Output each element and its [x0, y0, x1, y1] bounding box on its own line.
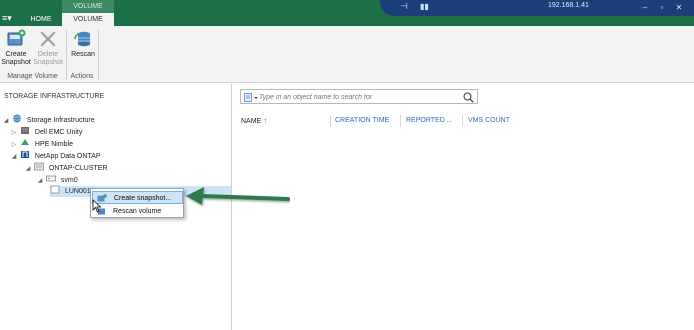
expand-toggle-icon[interactable]: ◢ — [24, 163, 32, 175]
tree-item-label: LUN001 — [64, 188, 91, 195]
close-icon[interactable]: ✕ — [672, 0, 686, 16]
tree-item-label: NetApp Data ONTAP — [34, 153, 101, 160]
tree-item-storage-infrastructure[interactable]: ◢ Storage Infrastructure — [2, 114, 95, 126]
column-header-reported[interactable]: REPORTED ... — [406, 116, 458, 126]
column-divider[interactable] — [330, 115, 331, 127]
tree-item-label: Dell EMC Unity — [34, 129, 83, 136]
menu-item-label: Create snapshot... — [114, 195, 172, 202]
tab-volume[interactable]: VOLUME — [62, 13, 114, 26]
rescan-button[interactable]: Rescan — [69, 29, 97, 71]
expand-toggle-icon[interactable]: ◢ — [10, 151, 18, 163]
tree-item-netapp-data-ontap[interactable]: ◢ NetApp Data ONTAP — [10, 150, 101, 162]
volume-icon — [50, 185, 60, 194]
tree-item-label: ONTAP-CLUSTER — [48, 165, 108, 172]
netapp-icon — [20, 151, 29, 158]
restore-icon[interactable]: ▫ — [655, 0, 669, 16]
delete-snapshot-label-1: Delete — [37, 51, 59, 58]
column-header-vms-count[interactable]: VMS COUNT — [468, 116, 518, 126]
annotation-arrow — [186, 187, 290, 205]
create-snapshot-label-2: Snapshot — [1, 59, 31, 66]
column-header-label: NAME — [241, 118, 262, 125]
tree-item-label: svm0 — [60, 177, 78, 184]
remote-session-bar: ⊣ ▮▮ 192.168.1.41 – ▫ ✕ — [380, 0, 694, 16]
menu-item-rescan-volume[interactable]: Rescan volume — [92, 205, 183, 218]
tree-item-ontap-cluster[interactable]: ◢ ONTAP-CLUSTER — [24, 162, 108, 174]
expand-toggle-icon[interactable]: ◢ — [36, 175, 44, 187]
rescan-icon — [74, 31, 90, 47]
ribbon: Create Snapshot Delete Snapshot Rescan M… — [0, 26, 694, 83]
contextual-tab-group-label: VOLUME TOOLS — [62, 0, 114, 23]
tree-item-lun001[interactable]: LUN001 — [50, 185, 91, 197]
column-header-creation-time[interactable]: CREATION TIME — [335, 116, 395, 126]
sort-ascending-icon: ↑ — [263, 116, 268, 125]
menu-item-create-snapshot[interactable]: Create snapshot... — [92, 191, 183, 204]
delete-snapshot-button[interactable]: Delete Snapshot — [33, 29, 63, 71]
expand-toggle-icon[interactable]: ◢ — [2, 115, 10, 127]
delete-snapshot-icon — [40, 31, 56, 47]
context-menu: Create snapshot... Rescan volume — [90, 188, 184, 218]
column-divider[interactable] — [400, 115, 401, 127]
create-snapshot-icon — [7, 29, 26, 46]
veeam-console-window: ≡▾ VOLUME TOOLS HOME VOLUME ⊣ ▮▮ 192.168… — [0, 0, 694, 330]
column-divider[interactable] — [462, 115, 463, 127]
storage-array-icon — [20, 127, 29, 134]
menu-item-label: Rescan volume — [113, 208, 162, 215]
filter-icon[interactable] — [244, 93, 258, 102]
search-box[interactable] — [240, 89, 478, 104]
storage-infrastructure-icon — [12, 114, 22, 123]
svm-icon — [46, 175, 56, 182]
title-bar: ≡▾ VOLUME TOOLS HOME VOLUME ⊣ ▮▮ 192.168… — [0, 0, 694, 26]
mouse-cursor-icon — [92, 199, 102, 213]
create-snapshot-label-1: Create — [5, 51, 27, 58]
pin-icon[interactable]: ⊣ — [400, 1, 410, 12]
tree-item-label: Storage Infrastructure — [26, 117, 95, 124]
create-snapshot-button[interactable]: Create Snapshot — [1, 29, 31, 71]
search-input[interactable] — [259, 91, 459, 103]
app-menu-button[interactable]: ≡▾ — [2, 12, 18, 24]
signal-icon: ▮▮ — [420, 2, 429, 11]
minimize-icon[interactable]: – — [638, 0, 652, 16]
tree-item-hpe-nimble[interactable]: ▷ HPE Nimble — [10, 138, 73, 150]
nimble-icon — [20, 139, 29, 145]
remote-ip: 192.168.1.41 — [548, 2, 589, 9]
search-icon[interactable] — [463, 92, 474, 103]
delete-snapshot-label-2: Snapshot — [33, 59, 63, 66]
tab-home[interactable]: HOME — [24, 13, 58, 26]
tree-item-label: HPE Nimble — [34, 141, 74, 148]
panel-header: STORAGE INFRASTRUCTURE — [4, 93, 105, 100]
cluster-icon — [34, 162, 44, 171]
column-header-name[interactable]: NAME ↑ — [241, 116, 301, 126]
tree-item-dell-emc-unity[interactable]: ▷ Dell EMC Unity — [10, 126, 82, 138]
ribbon-group-actions: Actions — [70, 73, 94, 80]
ribbon-group-separator — [98, 30, 99, 80]
ribbon-group-manage-volume: Manage Volume — [7, 73, 58, 80]
rescan-label: Rescan — [71, 51, 95, 58]
